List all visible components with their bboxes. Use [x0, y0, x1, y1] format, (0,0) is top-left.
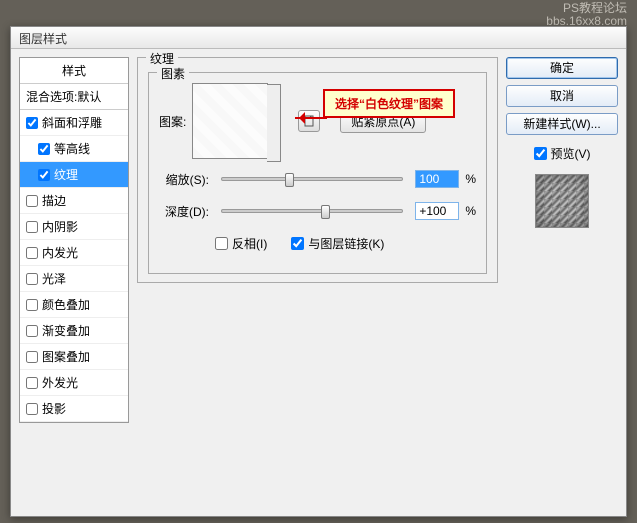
style-item-投影[interactable]: 投影 [20, 396, 128, 422]
style-item-描边[interactable]: 描边 [20, 188, 128, 214]
style-item-label: 光泽 [42, 270, 66, 287]
style-checkbox[interactable] [26, 273, 38, 285]
style-checkbox[interactable] [26, 325, 38, 337]
style-item-内阴影[interactable]: 内阴影 [20, 214, 128, 240]
style-item-label: 图案叠加 [42, 348, 90, 365]
style-item-渐变叠加[interactable]: 渐变叠加 [20, 318, 128, 344]
style-item-label: 外发光 [42, 374, 78, 391]
invert-check-input[interactable] [215, 237, 228, 250]
style-item-光泽[interactable]: 光泽 [20, 266, 128, 292]
blending-options-item[interactable]: 混合选项:默认 [20, 84, 128, 110]
percent-label: % [465, 172, 476, 186]
title-bar[interactable]: 图层样式 [11, 27, 626, 49]
annotation-callout: 选择“白色纹理”图案 [323, 89, 455, 118]
style-item-label: 描边 [42, 192, 66, 209]
style-item-label: 斜面和浮雕 [42, 114, 102, 131]
style-checkbox[interactable] [26, 247, 38, 259]
style-checkbox[interactable] [38, 169, 50, 181]
preview-check-input[interactable] [534, 147, 547, 160]
style-item-颜色叠加[interactable]: 颜色叠加 [20, 292, 128, 318]
element-group-label: 图素 [157, 65, 189, 82]
style-item-外发光[interactable]: 外发光 [20, 370, 128, 396]
depth-slider[interactable] [221, 209, 403, 213]
style-item-图案叠加[interactable]: 图案叠加 [20, 344, 128, 370]
style-item-斜面和浮雕[interactable]: 斜面和浮雕 [20, 110, 128, 136]
ok-button[interactable]: 确定 [506, 57, 618, 79]
style-item-纹理[interactable]: 纹理 [20, 162, 128, 188]
action-panel: 确定 取消 新建样式(W)... 预览(V) [506, 57, 618, 423]
callout-arrow-icon [295, 117, 327, 119]
watermark: PS教程论坛 bbs.16xx8.com [546, 2, 627, 28]
style-item-label: 投影 [42, 400, 66, 417]
scale-input[interactable] [415, 170, 459, 188]
layer-style-dialog: 图层样式 选择“白色纹理”图案 样式 混合选项:默认 斜面和浮雕等高线纹理描边内… [10, 26, 627, 517]
scale-slider[interactable] [221, 177, 403, 181]
chevron-down-icon[interactable]: ▼ [269, 116, 278, 126]
preview-thumbnail [535, 174, 589, 228]
style-item-label: 等高线 [54, 140, 90, 157]
invert-checkbox[interactable]: 反相(I) [215, 235, 267, 252]
style-item-label: 内阴影 [42, 218, 78, 235]
preview-checkbox[interactable]: 预览(V) [506, 145, 618, 162]
style-checkbox[interactable] [26, 403, 38, 415]
styles-list-panel: 样式 混合选项:默认 斜面和浮雕等高线纹理描边内阴影内发光光泽颜色叠加渐变叠加图… [19, 57, 129, 423]
style-checkbox[interactable] [26, 299, 38, 311]
scale-label: 缩放(S): [159, 171, 209, 188]
pattern-picker[interactable]: ▼ [192, 83, 268, 159]
pattern-label: 图案: [159, 113, 186, 130]
style-item-label: 纹理 [54, 166, 78, 183]
style-item-内发光[interactable]: 内发光 [20, 240, 128, 266]
depth-label: 深度(D): [159, 203, 209, 220]
style-item-等高线[interactable]: 等高线 [20, 136, 128, 162]
style-item-label: 渐变叠加 [42, 322, 90, 339]
style-item-label: 颜色叠加 [42, 296, 90, 313]
style-checkbox[interactable] [26, 221, 38, 233]
style-checkbox[interactable] [26, 351, 38, 363]
link-layer-checkbox[interactable]: 与图层链接(K) [291, 235, 384, 252]
style-checkbox[interactable] [38, 143, 50, 155]
styles-header[interactable]: 样式 [20, 58, 128, 84]
style-checkbox[interactable] [26, 195, 38, 207]
callout-text: 选择“白色纹理”图案 [335, 97, 443, 111]
style-item-label: 内发光 [42, 244, 78, 261]
new-style-button[interactable]: 新建样式(W)... [506, 113, 618, 135]
dialog-title: 图层样式 [19, 32, 67, 46]
link-check-input[interactable] [291, 237, 304, 250]
style-checkbox[interactable] [26, 377, 38, 389]
cancel-button[interactable]: 取消 [506, 85, 618, 107]
depth-input[interactable] [415, 202, 459, 220]
style-checkbox[interactable] [26, 117, 38, 129]
percent-label-2: % [465, 204, 476, 218]
